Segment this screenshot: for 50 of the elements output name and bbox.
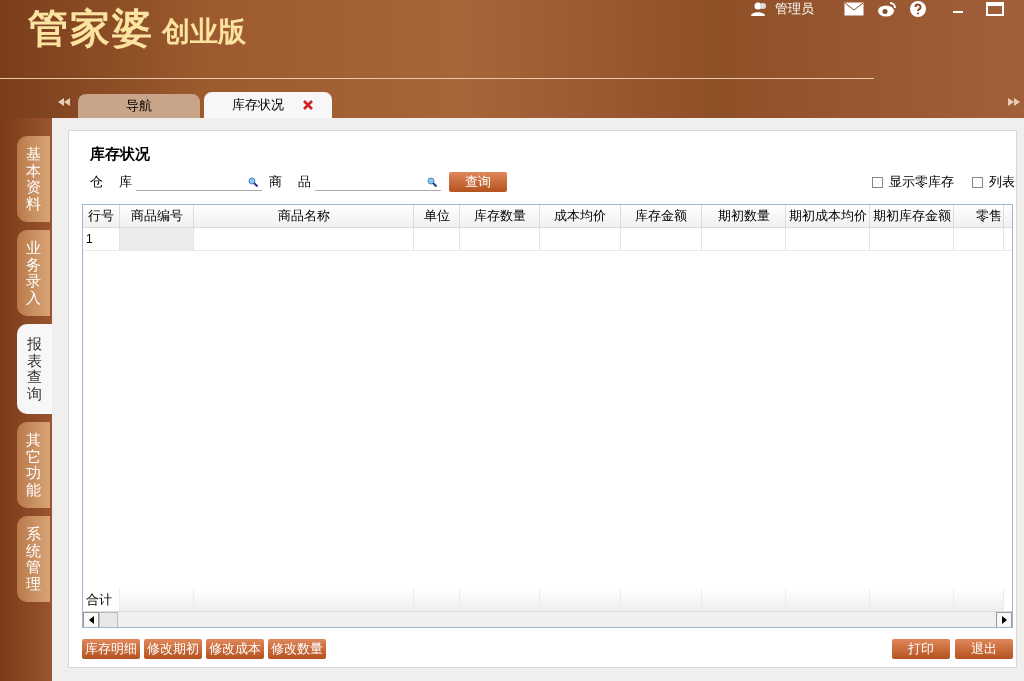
search-icon[interactable] [248,176,258,187]
column-header[interactable]: 库存数量 [460,205,540,227]
checkbox[interactable] [872,176,883,188]
user-name[interactable]: 管理员 [775,0,814,19]
table-cell: 1 [83,228,120,250]
tab[interactable]: 库存状况 [204,92,332,118]
action-button[interactable]: 修改期初 [144,639,202,659]
field-label: 仓 [90,173,103,192]
checkbox-label: 显示零库存 [889,173,954,192]
column-header[interactable]: 行号 [83,205,120,227]
column-header[interactable]: 期初数量 [702,205,786,227]
scroll-thumb[interactable] [99,612,118,627]
column-header[interactable]: 商品编号 [120,205,194,227]
column-header[interactable]: 期初成本均价 [786,205,870,227]
checkbox[interactable] [972,176,983,188]
action-button[interactable]: 修改数量 [268,639,326,659]
field-label: 商 [269,173,282,192]
scroll-left-button[interactable] [83,612,99,627]
close-icon[interactable] [302,99,314,111]
maximize-icon[interactable] [986,2,1004,16]
scroll-right-button[interactable] [996,612,1012,627]
query-button[interactable]: 查询 [449,172,507,192]
right-arrow-icon [1001,616,1007,624]
column-header[interactable]: 单位 [414,205,460,227]
page-title: 库存状况 [89,144,151,164]
field-label: 库 [119,173,132,192]
action-button[interactable]: 库存明细 [82,639,140,659]
edition-label: 创业版 [162,18,246,46]
column-header[interactable]: 库存金额 [621,205,702,227]
column-header[interactable]: 零售 [954,205,1004,227]
column-header[interactable]: 期初库存金额 [870,205,954,227]
tab[interactable]: 导航 [78,94,200,118]
action-button[interactable]: 修改成本 [206,639,264,659]
weibo-icon[interactable] [878,1,896,17]
search-icon[interactable] [427,176,437,187]
side-tab[interactable]: 报表查询 [17,324,52,414]
help-icon[interactable] [910,1,926,17]
mail-icon[interactable] [844,2,864,16]
scroll-right-icon[interactable] [1008,98,1020,106]
action-button[interactable]: 打印 [892,639,950,659]
action-button[interactable]: 退出 [955,639,1013,659]
column-header[interactable]: 成本均价 [540,205,621,227]
left-arrow-icon [88,616,94,624]
column-header[interactable]: 商品名称 [194,205,414,227]
total-label: 合计 [83,589,120,611]
user-icon [751,2,769,16]
field-label: 品 [298,173,311,192]
scroll-left-icon[interactable] [58,98,70,106]
app-logo: 管家婆 [28,8,154,48]
checkbox-label: 列表 [989,173,1015,192]
